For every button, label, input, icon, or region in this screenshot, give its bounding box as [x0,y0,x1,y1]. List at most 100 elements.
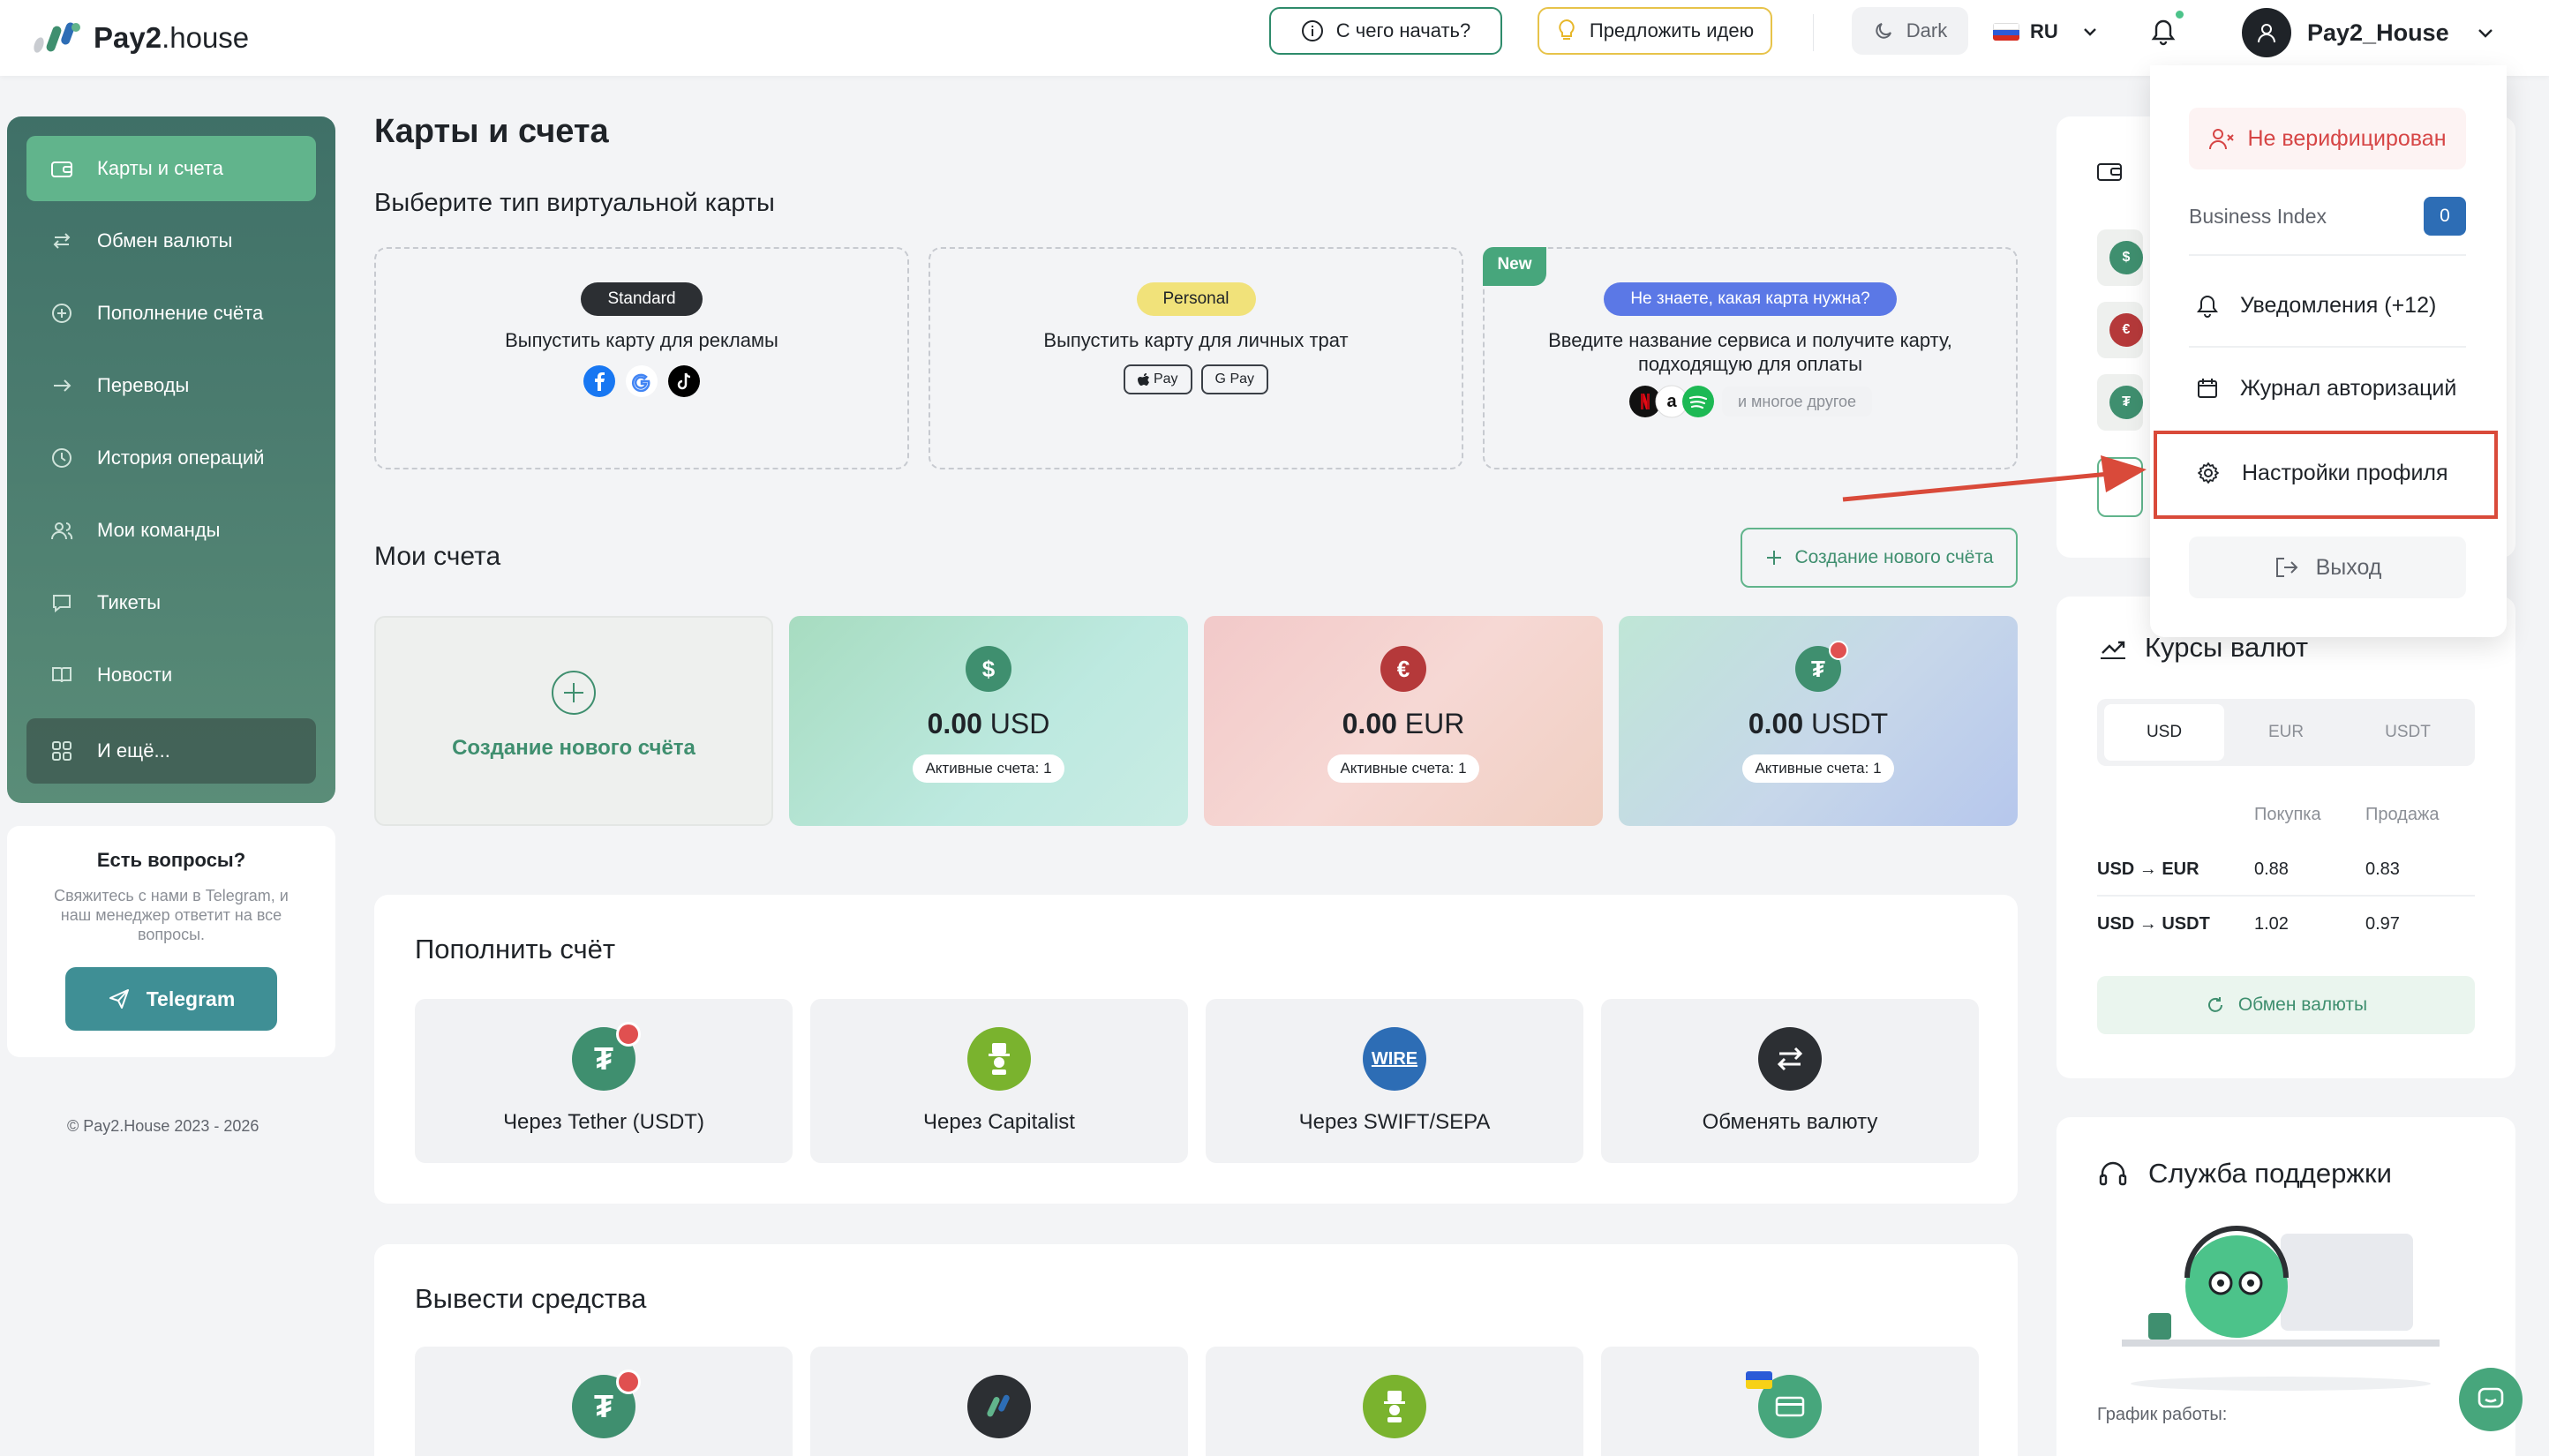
topup-capitalist[interactable]: Через Capitalist [810,999,1188,1163]
sidebar-item-topup[interactable]: Пополнение счёта [26,281,316,346]
withdraw-card[interactable] [1601,1347,1979,1456]
unverified-status-button[interactable]: Не верифицирован [2189,108,2466,169]
dollar-icon: $ [2109,241,2143,274]
withdraw-pay2[interactable] [810,1347,1188,1456]
book-icon [52,667,71,683]
sidebar-item-tickets[interactable]: Тикеты [26,570,316,635]
chat-icon [53,595,71,613]
avatar [2242,8,2291,57]
header-divider [1813,14,1814,51]
capitalist-icon [967,1027,1031,1091]
user-icon [2258,24,2275,43]
moon-icon [1876,23,1891,39]
topup-swift[interactable]: WIRE Через SWIFT/SEPA [1206,999,1583,1163]
withdraw-tether[interactable]: ₮ [415,1347,793,1456]
sidebar: Карты и счета Обмен валюты Пополнение сч… [7,116,335,803]
account-card-eur[interactable]: € 0.00 EUR Активные счета: 1 [1204,616,1603,826]
chevron-down-icon [2478,29,2493,38]
eur-row[interactable]: € [2097,302,2143,358]
credit-card-icon [1746,1371,1822,1438]
theme-toggle-button[interactable]: Dark [1852,7,1968,55]
support-illustration [2122,1226,2440,1391]
card-type-custom[interactable]: New Не знаете, какая карта нужна? Введит… [1483,247,2018,469]
active-accounts-badge: Активные счета: 1 [913,754,1064,783]
unsure-badge: Не знаете, какая карта нужна? [1604,282,1897,316]
topup-title: Пополнить счёт [415,934,616,964]
menu-item-notifications[interactable]: Уведомления (+12) [2189,279,2466,332]
support-title: Служба поддержки [2148,1158,2392,1189]
logout-button[interactable]: Выход [2189,537,2466,598]
create-account-button[interactable]: Создание нового счёта [1741,528,2018,588]
support-schedule: График работы: [2097,1405,2228,1424]
lightbulb-icon [1559,19,1575,40]
col-sell: Продажа [2365,805,2440,824]
menu-item-auth-log[interactable]: Журнал авторизаций [2189,362,2466,415]
virtual-card-title: Выберите тип виртуальной карты [374,189,775,217]
tether-icon: ₮ [572,1370,641,1438]
tab-usd[interactable]: USD [2104,704,2224,761]
sidebar-item-teams[interactable]: Мои команды [26,498,316,563]
tab-usdt[interactable]: USDT [2348,704,2468,761]
exchange-currency-button[interactable]: Обмен валюты [2097,976,2475,1034]
tab-eur[interactable]: EUR [2226,704,2346,761]
sidebar-item-more[interactable]: И ещё... [26,718,316,784]
card-type-standard[interactable]: Standard Выпустить карту для рекламы [374,247,909,469]
usdt-row[interactable]: ₮ [2097,374,2143,431]
topup-tether[interactable]: ₮ Через Tether (USDT) [415,999,793,1163]
plus-icon [1767,551,1782,565]
ukraine-flag-icon [1746,1371,1772,1389]
apple-pay-icon: Pay [1123,364,1192,394]
account-balance: 0.00 EUR [1342,708,1465,739]
getting-started-button[interactable]: С чего начать? [1269,7,1502,55]
withdraw-title: Вывести средства [415,1283,647,1314]
user-name: Pay2_House [2307,19,2449,46]
active-accounts-badge: Активные счета: 1 [1327,754,1479,783]
topup-exchange[interactable]: Обменять валюту [1601,999,1979,1163]
wire-icon: WIRE [1363,1027,1426,1091]
topup-panel: Пополнить счёт ₮ Через Tether (USDT) Чер… [374,895,2018,1204]
account-card-usd[interactable]: $ 0.00 USD Активные счета: 1 [789,616,1188,826]
google-icon [626,365,658,397]
create-account-label: Создание нового счёта [452,736,696,760]
business-index-badge: 0 [2424,197,2466,236]
sidebar-item-history[interactable]: История операций [26,425,316,491]
tiktok-icon [668,365,700,397]
wallet-icon [51,161,72,177]
plus-circle-icon [52,304,71,323]
grid-icon [52,741,71,761]
pay2-logo-icon [967,1375,1031,1438]
menu-divider [2189,346,2466,348]
send-icon [109,989,129,1009]
tether-icon: ₮ [1795,641,1848,692]
sidebar-item-news[interactable]: Новости [26,642,316,708]
suggest-idea-button[interactable]: Предложить идею [1538,7,1772,55]
card-type-personal[interactable]: Personal Выпустить карту для личных трат… [929,247,1463,469]
menu-divider [2189,254,2466,256]
account-card-usdt[interactable]: ₮ 0.00 USDT Активные счета: 1 [1619,616,2018,826]
withdraw-capitalist[interactable] [1206,1347,1583,1456]
sidebar-item-exchange[interactable]: Обмен валюты [26,208,316,274]
telegram-button[interactable]: Telegram [65,967,277,1031]
logout-icon [2275,558,2298,577]
user-menu-button[interactable]: Pay2_House [2217,0,2507,65]
plus-circle-icon [552,671,596,715]
language-selector[interactable]: RU [1993,14,2099,49]
sidebar-item-cards[interactable]: Карты и счета [26,136,316,201]
notification-dot [2174,9,2185,20]
user-x-icon [2209,129,2235,150]
tether-icon: ₮ [572,1022,641,1091]
notifications-button[interactable] [2141,9,2185,53]
wallet-icon [2097,163,2122,181]
account-balance: 0.00 USDT [1748,708,1889,739]
chat-icon [2478,1387,2504,1408]
usd-row[interactable]: $ [2097,229,2143,286]
chat-widget-button[interactable] [2459,1368,2523,1431]
create-account-tile[interactable]: Создание нового счёта [374,616,773,826]
help-box: Есть вопросы? Свяжитесь с нами в Telegra… [7,826,335,1057]
service-icons: a и многое другое [1485,385,2016,418]
clock-icon [52,448,71,468]
account-balance: 0.00 USD [927,708,1050,739]
logo[interactable]: Pay2.house [32,12,249,64]
sidebar-item-transfers[interactable]: Переводы [26,353,316,418]
business-index: Business Index 0 [2189,192,2466,240]
